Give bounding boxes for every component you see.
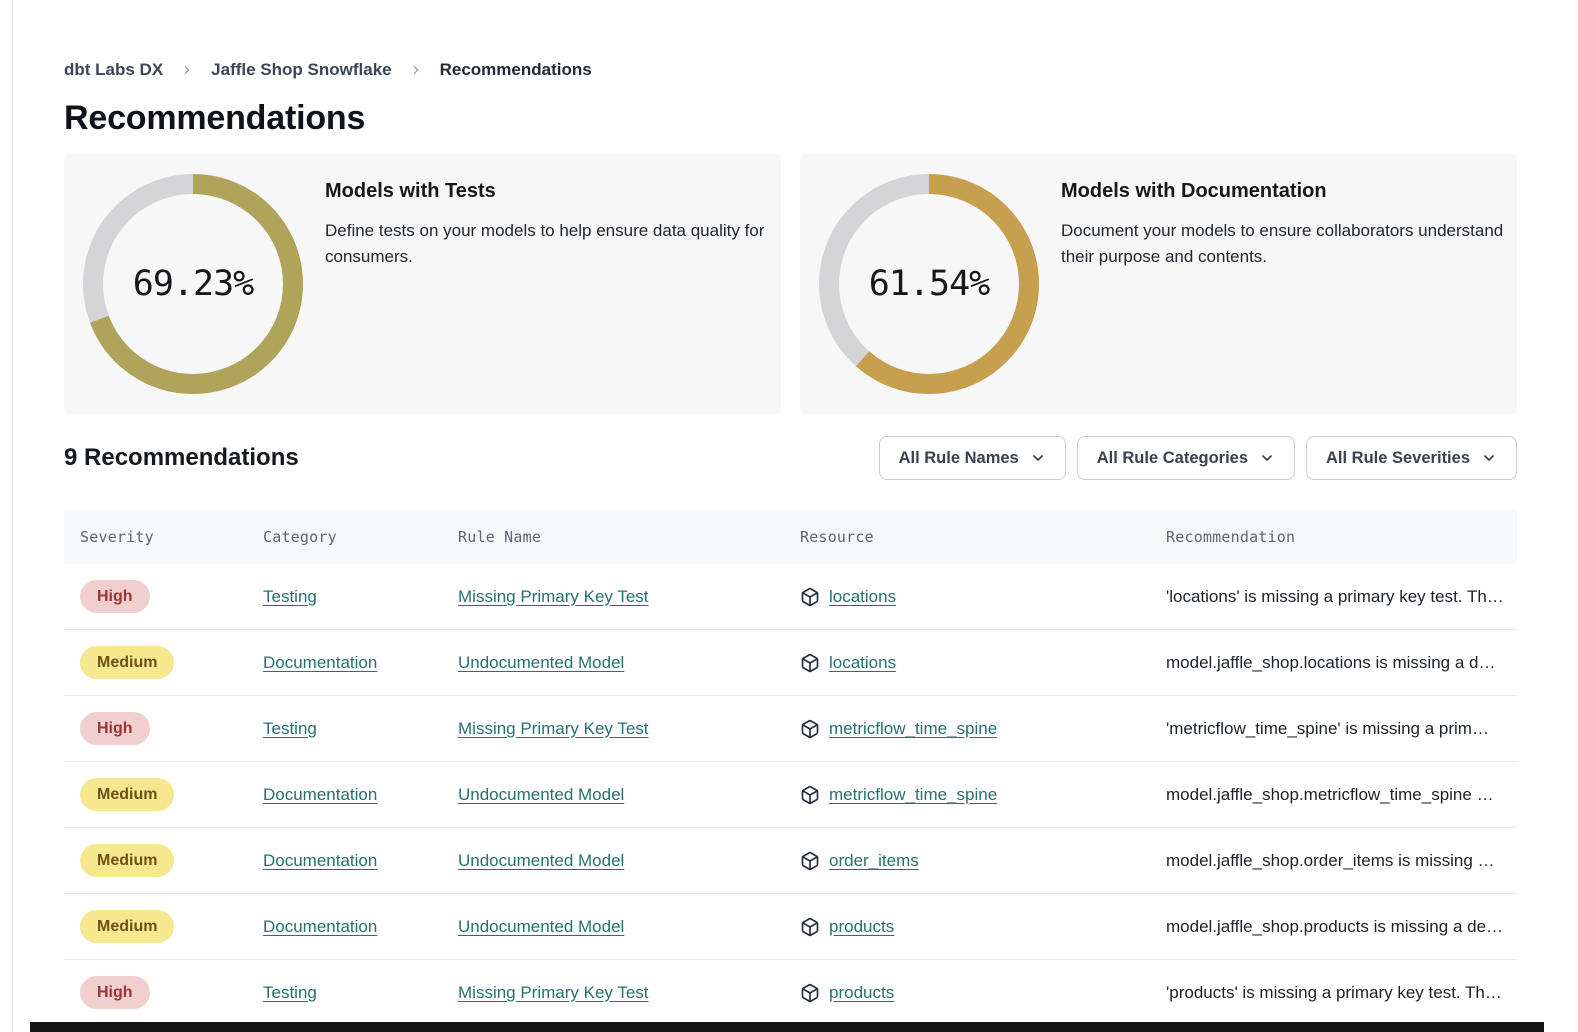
table-row: Medium Documentation Undocumented Model … [64,828,1517,894]
severity-badge: Medium [80,778,174,811]
horizontal-scrollbar[interactable] [30,1022,1544,1032]
model-cube-icon [800,851,820,871]
rule-name-link[interactable]: Undocumented Model [458,851,624,870]
chevron-down-icon [1481,450,1497,466]
severity-badge: Medium [80,646,174,679]
table-row: High Testing Missing Primary Key Test pr… [64,960,1517,1026]
documentation-percentage-value: 61.54% [819,174,1039,394]
recommendations-count: 9 Recommendations [64,444,299,472]
category-link[interactable]: Documentation [263,653,377,672]
category-link[interactable]: Testing [263,587,317,606]
tests-card-text: Models with Tests Define tests on your m… [325,180,785,270]
recommendation-text: model.jaffle_shop.order_items is missing… [1166,851,1517,871]
model-cube-icon [800,983,820,1003]
category-link[interactable]: Documentation [263,851,377,870]
column-header-category: Category [263,528,458,546]
chevron-down-icon [1259,450,1275,466]
chevron-right-icon [180,63,194,77]
rule-name-link[interactable]: Undocumented Model [458,785,624,804]
column-header-recommendation: Recommendation [1166,528,1517,546]
rule-name-link[interactable]: Missing Primary Key Test [458,719,649,738]
recommendation-text: 'products' is missing a primary key test… [1166,983,1517,1003]
severity-badge: Medium [80,910,174,943]
category-link[interactable]: Documentation [263,917,377,936]
model-cube-icon [800,653,820,673]
column-header-severity: Severity [80,528,263,546]
tests-donut-chart: 69.23% [83,174,303,394]
rule-severities-filter-dropdown[interactable]: All Rule Severities [1306,436,1517,480]
recommendations-table: Severity Category Rule Name Resource Rec… [64,510,1517,1026]
table-row: High Testing Missing Primary Key Test lo… [64,564,1517,630]
filter-bar: All Rule Names All Rule Categories All R… [879,436,1517,480]
rule-names-filter-label: All Rule Names [899,449,1019,468]
sidebar-edge-divider [12,0,13,1032]
models-with-tests-card: 69.23% Models with Tests Define tests on… [64,154,781,414]
resource-link[interactable]: order_items [829,851,919,871]
recommendation-text: 'metricflow_time_spine' is missing a pri… [1166,719,1517,739]
recommendation-text: 'locations' is missing a primary key tes… [1166,587,1517,607]
category-link[interactable]: Testing [263,983,317,1002]
rule-categories-filter-label: All Rule Categories [1097,449,1248,468]
resource-link[interactable]: metricflow_time_spine [829,719,997,739]
category-link[interactable]: Documentation [263,785,377,804]
severity-badge: Medium [80,844,174,877]
table-row: Medium Documentation Undocumented Model … [64,762,1517,828]
documentation-card-description: Document your models to ensure collabora… [1061,218,1506,270]
rule-name-link[interactable]: Missing Primary Key Test [458,983,649,1002]
breadcrumb: dbt Labs DX Jaffle Shop Snowflake Recomm… [64,58,592,82]
rule-severities-filter-label: All Rule Severities [1326,449,1470,468]
chevron-right-icon [409,63,423,77]
tests-card-description: Define tests on your models to help ensu… [325,218,770,270]
page-title: Recommendations [64,99,365,138]
rule-name-link[interactable]: Missing Primary Key Test [458,587,649,606]
table-row: High Testing Missing Primary Key Test me… [64,696,1517,762]
model-cube-icon [800,587,820,607]
recommendation-text: model.jaffle_shop.products is missing a … [1166,917,1517,937]
model-cube-icon [800,719,820,739]
rule-name-link[interactable]: Undocumented Model [458,917,624,936]
tests-card-title: Models with Tests [325,180,785,203]
recommendations-page: dbt Labs DX Jaffle Shop Snowflake Recomm… [0,0,1578,1032]
table-row: Medium Documentation Undocumented Model … [64,894,1517,960]
severity-badge: High [80,976,150,1009]
breadcrumb-current-page: Recommendations [440,60,592,80]
resource-link[interactable]: locations [829,587,896,607]
column-header-rule-name: Rule Name [458,528,800,546]
documentation-donut-chart: 61.54% [819,174,1039,394]
documentation-card-title: Models with Documentation [1061,180,1521,203]
recommendation-text: model.jaffle_shop.locations is missing a… [1166,653,1517,673]
rule-names-filter-dropdown[interactable]: All Rule Names [879,436,1066,480]
category-link[interactable]: Testing [263,719,317,738]
recommendation-text: model.jaffle_shop.metricflow_time_spine … [1166,785,1517,805]
rule-categories-filter-dropdown[interactable]: All Rule Categories [1077,436,1295,480]
model-cube-icon [800,785,820,805]
breadcrumb-account-link[interactable]: dbt Labs DX [64,60,163,80]
list-header-bar: 9 Recommendations All Rule Names All Rul… [64,436,1517,480]
severity-badge: High [80,712,150,745]
table-header-row: Severity Category Rule Name Resource Rec… [64,510,1517,564]
table-row: Medium Documentation Undocumented Model … [64,630,1517,696]
metric-cards: 69.23% Models with Tests Define tests on… [64,154,1517,414]
rule-name-link[interactable]: Undocumented Model [458,653,624,672]
models-with-documentation-card: 61.54% Models with Documentation Documen… [800,154,1517,414]
resource-link[interactable]: products [829,983,894,1003]
resource-link[interactable]: metricflow_time_spine [829,785,997,805]
chevron-down-icon [1030,450,1046,466]
breadcrumb-project-link[interactable]: Jaffle Shop Snowflake [211,60,391,80]
model-cube-icon [800,917,820,937]
resource-link[interactable]: products [829,917,894,937]
resource-link[interactable]: locations [829,653,896,673]
column-header-resource: Resource [800,528,1166,546]
documentation-card-text: Models with Documentation Document your … [1061,180,1521,270]
tests-percentage-value: 69.23% [83,174,303,394]
severity-badge: High [80,580,150,613]
